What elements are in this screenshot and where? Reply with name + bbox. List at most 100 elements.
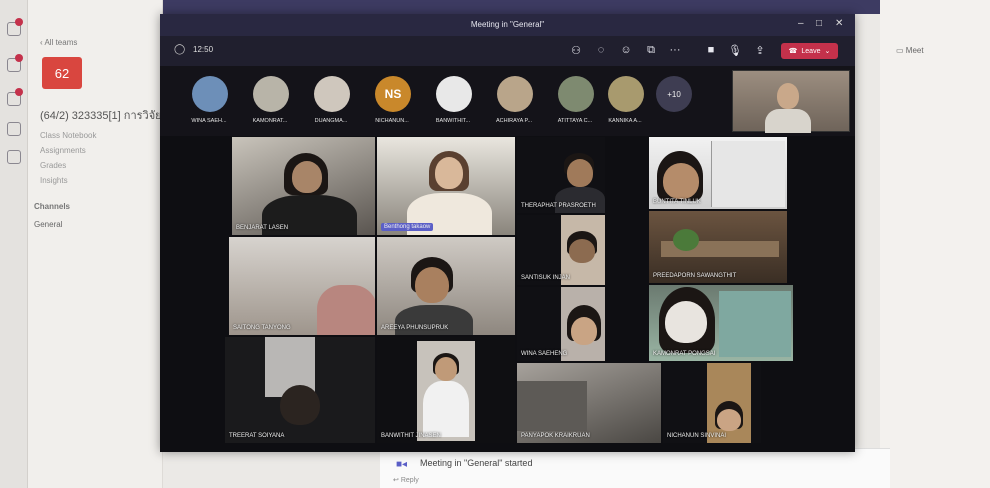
meeting-toolbar: ◯ 12:50 ⚇ ◌ ☺ ⧉ ··· ■ 🎙 ⇪ ☎ Leave ⌄ [160, 36, 855, 66]
participant-label: THERAPHAT PRASROETH [521, 203, 596, 209]
participant-strip: WINA SAEH... KAMONRAT... DUANGMA... NS N… [160, 66, 855, 136]
pool-background [719, 291, 791, 357]
avatar [253, 76, 289, 112]
person-face [571, 317, 597, 345]
video-tile[interactable]: Benthong takaow [376, 136, 516, 236]
video-tile[interactable]: THERAPHAT PRASROETH [516, 136, 606, 214]
avatar [558, 76, 594, 112]
video-tile[interactable]: KAMONRAT PONGSAI [648, 284, 794, 362]
video-camera-icon: ■◂ [396, 459, 408, 470]
participant-label: BUNTITA TINLUK [653, 199, 701, 205]
person-face-mask [665, 301, 707, 343]
participant-label: KAMONRAT PONGSAI [653, 351, 716, 357]
participant-avatar[interactable]: ACHIRAYA P... [485, 76, 545, 136]
meeting-window: Meeting in "General" – □ ✕ ◯ 12:50 ⚇ ◌ ☺… [160, 14, 855, 452]
calendar-icon[interactable] [7, 150, 21, 164]
app-rail [0, 0, 28, 488]
rooms-icon[interactable]: ⧉ [642, 42, 660, 58]
participant-label: SAITONG TANYONG [233, 325, 291, 331]
plant-decoration [673, 229, 699, 251]
team-avatar: 62 [42, 57, 82, 89]
maximize-icon[interactable]: □ [816, 18, 822, 29]
chevron-down-icon[interactable]: ⌄ [824, 47, 830, 55]
person-face [717, 409, 741, 431]
person-face [280, 385, 320, 425]
chat-bubble-icon[interactable]: ◌ [592, 42, 610, 58]
all-teams-link[interactable]: ‹ All teams [40, 38, 77, 47]
person-face [567, 159, 593, 187]
meeting-timer: 12:50 [193, 45, 214, 54]
participant-avatar[interactable]: NS NICHANUN... [363, 76, 423, 136]
participant-label: TREERAT SOIYANA [229, 433, 285, 439]
participant-avatar[interactable]: BANWITHIT... [424, 76, 484, 136]
people-icon[interactable]: ⚇ [567, 42, 585, 58]
person-body [395, 305, 473, 335]
avatar [497, 76, 533, 112]
meeting-title: Meeting in "General" [470, 20, 545, 29]
team-name: (64/2) 323335[1] การวิจัย [40, 110, 162, 122]
channels-heading: Channels [34, 202, 71, 211]
team-panel: ‹ All teams 62 (64/2) 323335[1] การวิจัย… [28, 0, 163, 488]
minimize-icon[interactable]: – [798, 18, 804, 29]
insights-link[interactable]: Insights [40, 176, 68, 185]
person-body [317, 285, 375, 335]
participant-avatar[interactable]: KANNIKA A... [596, 76, 656, 136]
video-tile[interactable]: BUNTITA TINLUK [648, 136, 788, 210]
self-figure-face [777, 83, 799, 109]
more-options-icon[interactable]: ··· [666, 42, 684, 58]
participant-avatar[interactable]: WINA SAEH... [180, 76, 240, 136]
leave-button[interactable]: ☎ Leave ⌄ [781, 43, 838, 59]
avatar: NS [375, 76, 411, 112]
person-body [423, 381, 469, 437]
grades-link[interactable]: Grades [40, 161, 66, 170]
avatar [192, 76, 228, 112]
assignments-link[interactable]: Assignments [40, 146, 86, 155]
person-face [292, 161, 322, 193]
person-face [435, 157, 463, 189]
reactions-icon[interactable]: ☺ [617, 42, 635, 58]
participant-label: BANWITHIT JINASEN [381, 433, 441, 439]
participant-avatar[interactable]: DUANGMA... [302, 76, 362, 136]
self-figure-body [765, 109, 811, 133]
video-tile[interactable]: SANTISUK INJAN [516, 214, 606, 286]
microphone-icon[interactable]: 🎙 [726, 42, 744, 58]
avatar [608, 76, 644, 112]
channel-general[interactable]: General [34, 220, 62, 229]
camera-icon[interactable]: ■ [702, 42, 720, 58]
self-video-preview [732, 70, 850, 133]
assignments-icon[interactable] [7, 122, 21, 136]
conversation-strip [380, 448, 890, 488]
video-tile[interactable]: NICHANUN SINVINAI [662, 362, 762, 444]
video-tile[interactable]: PREEDAPORN SAWANGTHIT [648, 210, 788, 284]
participant-label: SANTISUK INJAN [521, 275, 571, 281]
video-tile[interactable]: AREEYA PHUNSUPRUK [376, 236, 516, 336]
reply-link[interactable]: ↩ Reply [393, 476, 419, 484]
chat-badge [15, 54, 23, 62]
phone-icon: ☎ [788, 48, 798, 55]
video-tile[interactable]: TREERAT SOIYANA [224, 336, 376, 444]
video-tile[interactable]: SAITONG TANYONG [228, 236, 376, 336]
participant-label: BENJARAT LASEN [236, 225, 289, 231]
person-body [555, 187, 605, 213]
person-face [415, 267, 449, 303]
participant-avatar[interactable]: KAMONRAT... [241, 76, 301, 136]
participant-label: WINA SAEHENG [521, 351, 568, 357]
meeting-started-message: Meeting in "General" started [420, 458, 533, 468]
video-tile[interactable]: BANWITHIT JINASEN [376, 336, 516, 444]
activity-badge [15, 18, 23, 26]
video-tile[interactable]: PANYAPOK KRAIKRUAN [516, 362, 662, 444]
participant-label: AREEYA PHUNSUPRUK [381, 325, 449, 331]
class-notebook-link[interactable]: Class Notebook [40, 131, 96, 140]
meet-button[interactable]: ▭ Meet [896, 46, 924, 55]
person-face [663, 163, 699, 199]
person-face [569, 239, 595, 263]
anime-sketch [711, 141, 785, 207]
channel-header-area [880, 0, 990, 488]
video-tile[interactable]: BENJARAT LASEN [231, 136, 376, 236]
avatar [314, 76, 350, 112]
video-tile[interactable]: WINA SAEHENG [516, 286, 606, 362]
more-participants-button[interactable]: +10 [656, 76, 692, 112]
close-icon[interactable]: ✕ [835, 18, 843, 29]
meeting-bottom-edge [160, 444, 855, 452]
share-screen-icon[interactable]: ⇪ [751, 42, 769, 58]
